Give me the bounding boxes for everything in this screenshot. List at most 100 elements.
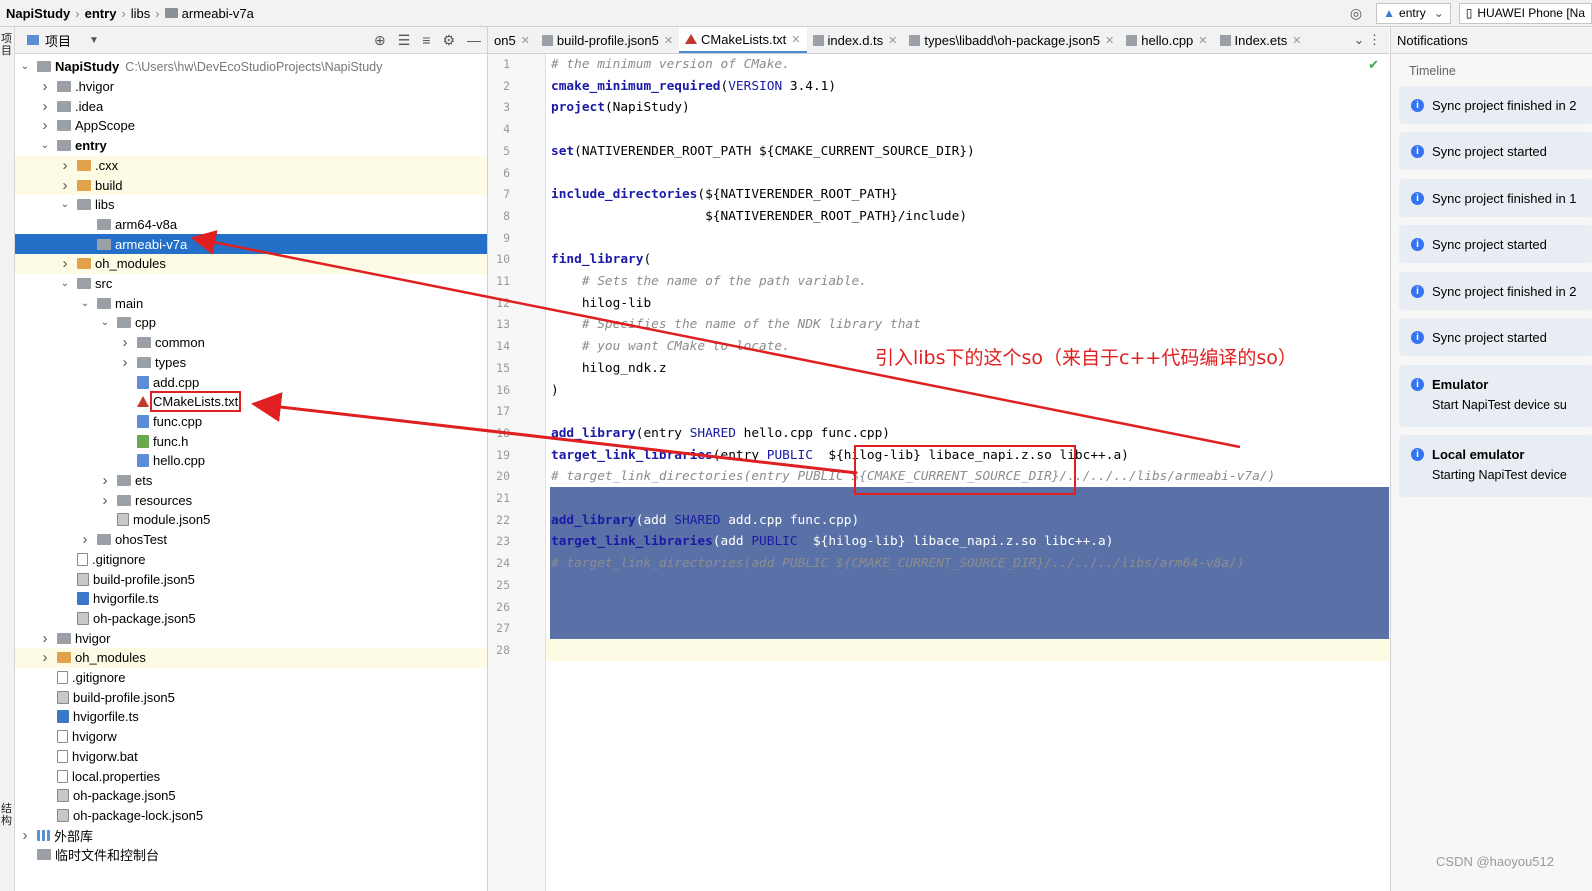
notification-card[interactable]: i Emulator Start NapiTest device su [1399,365,1592,427]
editor-tab[interactable]: types\libadd\oh-package.json5 ✕ [903,27,1120,53]
tab-overflow-icon[interactable]: ⌄ ⋮ [1353,32,1381,48]
breadcrumb-item-entry[interactable]: entry [85,6,117,21]
chevron-right-icon[interactable]: › [19,827,31,844]
tree-item[interactable]: › ets [15,471,487,491]
tree-item[interactable]: armeabi-v7a [15,234,487,254]
chevron-right-icon[interactable]: › [59,177,71,194]
minimize-icon[interactable]: — [467,32,481,49]
tree-item[interactable]: › .hvigor [15,77,487,97]
tree-item[interactable]: › ohosTest [15,530,487,550]
device-select[interactable]: ▯ HUAWEI Phone [Na [1458,2,1592,24]
tree-item[interactable]: ⌄ src [15,274,487,294]
chevron-down-icon[interactable]: ⌄ [39,140,51,151]
chevron-right-icon[interactable]: › [59,255,71,272]
chevron-right-icon[interactable]: › [99,492,111,509]
close-icon[interactable]: ✕ [888,34,897,47]
notification-card[interactable]: i Sync project finished in 2 [1399,272,1592,310]
editor-tab[interactable]: on5 ✕ [488,27,536,53]
chevron-right-icon[interactable]: › [99,472,111,489]
tree-item[interactable]: build-profile.json5 [15,687,487,707]
chevron-down-icon[interactable]: ⌄ [59,278,71,289]
chevron-right-icon[interactable]: › [119,354,131,371]
tree-item[interactable]: › types [15,353,487,373]
chevron-down-icon[interactable]: ▼ [89,35,99,46]
tree-item[interactable]: › oh_modules [15,648,487,668]
tree-item[interactable]: › oh_modules [15,254,487,274]
chevron-right-icon[interactable]: › [39,630,51,647]
chevron-right-icon[interactable]: › [39,117,51,134]
chevron-right-icon[interactable]: › [39,78,51,95]
chevron-right-icon[interactable]: › [59,157,71,174]
structure-tool-button[interactable]: 结构 [1,803,13,827]
chevron-right-icon[interactable]: › [39,98,51,115]
tree-item[interactable]: › .cxx [15,155,487,176]
close-icon[interactable]: ✕ [1292,34,1301,47]
tree-item[interactable]: func.cpp [15,412,487,432]
tree-item[interactable]: hvigorw.bat [15,747,487,767]
close-icon[interactable]: ✕ [1105,34,1114,47]
editor-tab[interactable]: index.d.ts ✕ [807,27,904,53]
tree-item[interactable]: ⌄ entry [15,136,487,156]
chevron-down-icon[interactable]: ⌄ [19,61,31,72]
chevron-right-icon[interactable]: › [39,649,51,666]
tree-item[interactable]: › .idea [15,96,487,116]
tree-item[interactable]: › AppScope [15,116,487,136]
close-icon[interactable]: ✕ [791,33,800,46]
tree-item[interactable]: local.properties [15,766,487,786]
tree-item[interactable]: ⌄ cpp [15,313,487,333]
notification-card[interactable]: i Sync project started [1399,318,1592,356]
editor-tab[interactable]: hello.cpp ✕ [1120,27,1213,53]
tree-item[interactable]: add.cpp [15,372,487,392]
tree-item[interactable]: ⌄ NapiStudy C:\Users\hw\DevEcoStudioProjec… [15,57,487,77]
notification-card[interactable]: i Sync project finished in 1 [1399,179,1592,217]
expand-all-icon[interactable]: ☰ [398,32,411,49]
chevron-down-icon[interactable]: ⌄ [79,298,91,309]
collapse-all-icon[interactable]: ≡ [422,32,430,49]
tree-item[interactable]: oh-package.json5 [15,786,487,806]
breadcrumb-item-libs[interactable]: libs [131,6,151,21]
tree-item[interactable]: oh-package-lock.json5 [15,806,487,826]
tree-item[interactable]: › resources [15,490,487,510]
tree-item[interactable]: › hvigor [15,628,487,648]
tree-item[interactable]: .gitignore [15,668,487,688]
close-icon[interactable]: ✕ [664,34,673,47]
close-icon[interactable]: ✕ [521,34,530,47]
project-view-select[interactable]: 项目 [45,31,71,50]
project-tool-button[interactable]: 项目 [1,33,13,57]
tree-item[interactable]: › build [15,175,487,195]
close-icon[interactable]: ✕ [1198,34,1207,47]
tree-item[interactable]: ⌄ libs [15,195,487,215]
tree-item[interactable]: CMakeLists.txt [15,391,487,413]
editor-tab[interactable]: Index.ets ✕ [1214,27,1308,53]
editor-tab[interactable]: CMakeLists.txt ✕ [679,27,807,53]
tree-item[interactable]: arm64-v8a [15,215,487,235]
chevron-right-icon[interactable]: › [79,531,91,548]
tree-item[interactable]: oh-package.json5 [15,609,487,629]
tree-item[interactable]: .gitignore [15,550,487,570]
chevron-down-icon[interactable]: ⌄ [59,199,71,210]
target-icon[interactable]: ◎ [1350,5,1362,22]
notification-card[interactable]: i Sync project started [1399,132,1592,170]
locate-icon[interactable]: ⊕ [374,32,386,49]
tree-item[interactable]: hvigorfile.ts [15,589,487,609]
breadcrumb-item-armeabi[interactable]: armeabi-v7a [182,6,254,21]
notification-card[interactable]: i Local emulator Starting NapiTest device [1399,435,1592,497]
tree-item[interactable]: func.h [15,431,487,451]
notification-card[interactable]: i Sync project started [1399,225,1592,263]
editor-tab[interactable]: build-profile.json5 ✕ [536,27,679,53]
tree-item[interactable]: ⌄ main [15,293,487,313]
tree-item[interactable]: hello.cpp [15,451,487,471]
tree-item[interactable]: module.json5 [15,510,487,530]
tree-item[interactable]: › 外部库 [15,825,487,845]
chevron-down-icon[interactable]: ⌄ [99,317,111,328]
tree-item[interactable]: build-profile.json5 [15,569,487,589]
breadcrumb-item-project[interactable]: NapiStudy [6,6,70,21]
tree-item[interactable]: hvigorfile.ts [15,707,487,727]
tree-item[interactable]: › common [15,333,487,353]
gear-icon[interactable]: ⚙ [442,32,455,49]
tree-item[interactable]: 临时文件和控制台 [15,845,487,865]
chevron-right-icon[interactable]: › [119,334,131,351]
tree-item[interactable]: hvigorw [15,727,487,747]
notification-card[interactable]: i Sync project finished in 2 [1399,86,1592,124]
run-configuration-select[interactable]: ▲ entry ⌄ [1376,2,1451,24]
